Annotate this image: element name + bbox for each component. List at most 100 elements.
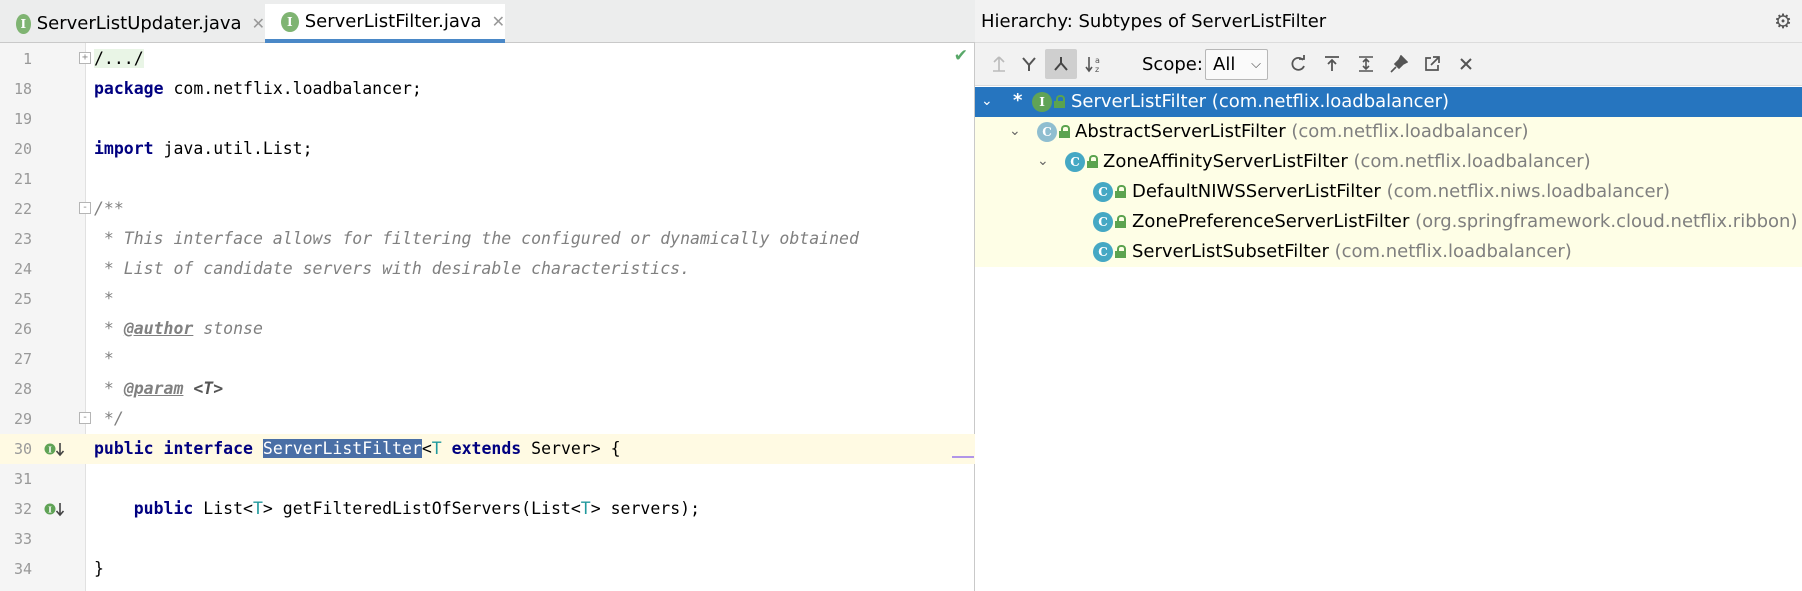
- public-lock-icon: [1115, 185, 1126, 198]
- pin-icon[interactable]: [1383, 49, 1415, 79]
- chevron-down-icon[interactable]: ⌄: [1009, 123, 1021, 139]
- public-lock-icon: [1115, 215, 1126, 228]
- line-number: 1: [22, 50, 32, 68]
- close-tab-icon[interactable]: ✕: [252, 14, 265, 33]
- line-number: 29: [13, 410, 32, 428]
- fold-toggle-icon[interactable]: -: [79, 202, 91, 214]
- line-number: 24: [13, 260, 32, 278]
- tree-item-package: (com.netflix.loadbalancer): [1285, 121, 1529, 142]
- tree-item-package: (com.netflix.loadbalancer): [1206, 91, 1449, 112]
- svg-text:a: a: [1095, 56, 1100, 65]
- expand-all-icon[interactable]: [1350, 49, 1382, 79]
- code-editor[interactable]: I ServerListUpdater.java ✕ I ServerListF…: [0, 0, 975, 591]
- line-number: 34: [13, 560, 32, 578]
- tree-item-package: (com.netflix.niws.loadbalancer): [1380, 181, 1670, 202]
- public-lock-icon: [1054, 95, 1065, 108]
- tab-serverlistfilter[interactable]: I ServerListFilter.java ✕: [265, 4, 505, 43]
- tree-item-abstractserverlistfilter[interactable]: ⌄ C AbstractServerListFilter (com.netfli…: [975, 117, 1802, 147]
- line-number: 26: [13, 320, 32, 338]
- scrollbar-marker[interactable]: [952, 456, 974, 458]
- class-icon: C: [1093, 182, 1113, 202]
- class-icon: C: [1093, 212, 1113, 232]
- tree-item-serverlistsubsetfilter[interactable]: C ServerListSubsetFilter (com.netflix.lo…: [975, 237, 1802, 267]
- subtypes-hierarchy-icon[interactable]: [1013, 49, 1045, 79]
- fold-toggle-icon[interactable]: +: [79, 52, 91, 64]
- tab-label: ServerListFilter.java: [304, 11, 482, 32]
- scope-dropdown[interactable]: All ⌵: [1205, 49, 1268, 80]
- abstract-class-icon: C: [1037, 122, 1057, 142]
- chevron-down-icon[interactable]: ⌄: [1037, 153, 1049, 169]
- code-line: 18 package com.netflix.loadbalancer;: [0, 74, 975, 104]
- chevron-down-icon: ⌵: [1251, 57, 1261, 72]
- gear-icon[interactable]: ⚙: [1774, 9, 1792, 33]
- tree-item-package: (com.netflix.loadbalancer): [1347, 151, 1591, 172]
- close-icon[interactable]: [1450, 49, 1482, 79]
- tab-serverlistupdater[interactable]: I ServerListUpdater.java ✕: [0, 4, 265, 43]
- panel-header: Hierarchy: Subtypes of ServerListFilter …: [975, 0, 1802, 43]
- chevron-down-icon[interactable]: ⌄: [981, 93, 993, 109]
- class-icon: C: [1093, 242, 1113, 262]
- line-number: 20: [13, 140, 32, 158]
- tree-item-name: DefaultNIWSServerListFilter: [1132, 181, 1381, 202]
- sort-alpha-icon[interactable]: az: [1079, 49, 1111, 79]
- tree-item-package: (com.netflix.loadbalancer): [1328, 241, 1572, 262]
- svg-text:I: I: [48, 445, 52, 455]
- scope-value: All: [1213, 54, 1236, 75]
- line-number: 27: [13, 350, 32, 368]
- line-number: 28: [13, 380, 32, 398]
- tree-item-defaultniwsserverlistfilter[interactable]: C DefaultNIWSServerListFilter (com.netfl…: [975, 177, 1802, 207]
- fold-toggle-icon[interactable]: -: [79, 412, 91, 424]
- tab-label: ServerListUpdater.java: [36, 13, 242, 34]
- hierarchy-panel: Hierarchy: Subtypes of ServerListFilter …: [975, 0, 1802, 591]
- line-number: 23: [13, 230, 32, 248]
- public-lock-icon: [1087, 155, 1098, 168]
- hierarchy-toolbar: az Scope: All ⌵: [975, 43, 1802, 86]
- code-line: 31: [0, 464, 975, 494]
- implemented-marker-icon[interactable]: I: [44, 501, 66, 517]
- line-number: 21: [13, 170, 32, 188]
- supertypes-icon[interactable]: [983, 49, 1015, 79]
- code-line: 22 - /**: [0, 194, 975, 224]
- refresh-icon[interactable]: [1282, 49, 1314, 79]
- public-lock-icon: [1115, 245, 1126, 258]
- tree-item-name: ZonePreferenceServerListFilter: [1132, 211, 1410, 232]
- implemented-marker-icon[interactable]: I: [44, 441, 66, 457]
- interface-icon: I: [1032, 92, 1052, 112]
- tree-item-zoneaffinityserverlistfilter[interactable]: ⌄ C ZoneAffinityServerListFilter (com.ne…: [975, 147, 1802, 177]
- tree-item-package: (org.springframework.cloud.netflix.ribbo…: [1409, 211, 1798, 232]
- code-line: 28 * @param <T>: [0, 374, 975, 404]
- current-type-marker: *: [1013, 90, 1023, 111]
- panel-title: Hierarchy: Subtypes of ServerListFilter: [981, 11, 1327, 32]
- tree-item-name: ServerListFilter: [1071, 91, 1207, 112]
- interface-icon: I: [16, 13, 31, 34]
- code-line: 1 + /.../: [0, 44, 975, 74]
- close-tab-icon[interactable]: ✕: [492, 12, 505, 31]
- editor-tab-bar: I ServerListUpdater.java ✕ I ServerListF…: [0, 0, 975, 43]
- subtypes-icon[interactable]: [1045, 49, 1077, 79]
- interface-icon: I: [281, 11, 299, 32]
- inspection-ok-icon[interactable]: ✔: [954, 46, 968, 66]
- line-number: 31: [13, 470, 32, 488]
- svg-text:I: I: [48, 505, 52, 515]
- code-line: 32 I public List<T> getFilteredListOfSer…: [0, 494, 975, 524]
- code-line: 34 }: [0, 554, 975, 584]
- tree-item-name: AbstractServerListFilter: [1075, 121, 1286, 142]
- line-number: 18: [13, 80, 32, 98]
- tree-item-name: ServerListSubsetFilter: [1132, 241, 1329, 262]
- code-line: 27 *: [0, 344, 975, 374]
- export-icon[interactable]: [1316, 49, 1348, 79]
- selected-identifier[interactable]: ServerListFilter: [262, 439, 422, 458]
- line-number: 32: [13, 500, 32, 518]
- line-number: 25: [13, 290, 32, 308]
- code-line: 33: [0, 524, 975, 554]
- scope-label: Scope:: [1142, 54, 1203, 75]
- code-line: 23 * This interface allows for filtering…: [0, 224, 975, 254]
- open-external-icon[interactable]: [1416, 49, 1448, 79]
- code-line: 21: [0, 164, 975, 194]
- code-line: 25 *: [0, 284, 975, 314]
- tree-item-zonepreferenceserverlistfilter[interactable]: C ZonePreferenceServerListFilter (org.sp…: [975, 207, 1802, 237]
- public-lock-icon: [1059, 125, 1070, 138]
- svg-text:z: z: [1095, 65, 1099, 73]
- folded-region[interactable]: /.../: [94, 49, 144, 68]
- tree-item-serverlistfilter[interactable]: ⌄ * I ServerListFilter (com.netflix.load…: [975, 87, 1802, 117]
